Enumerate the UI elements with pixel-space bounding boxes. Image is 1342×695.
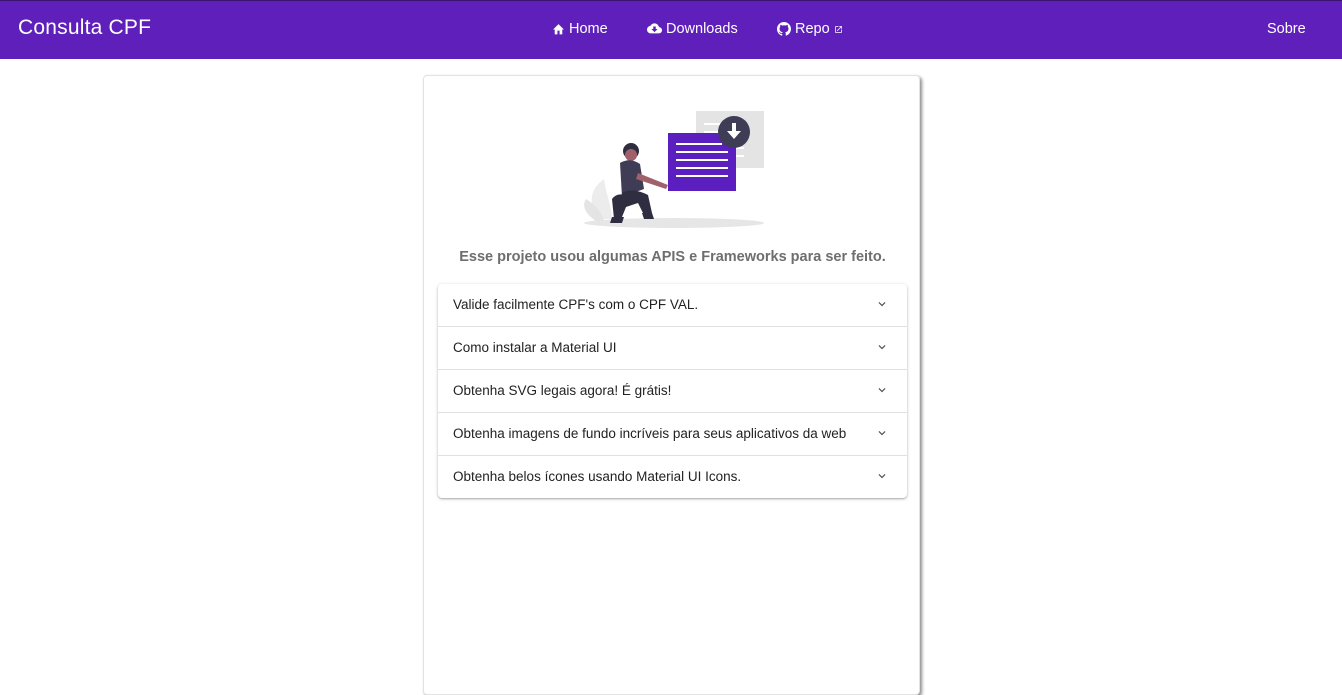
external-link-icon <box>834 25 842 33</box>
chevron-down-icon <box>878 431 886 436</box>
top-navbar: Consulta CPF Home Downloads Repo Sobre <box>0 0 1342 59</box>
home-icon <box>553 24 564 35</box>
brand-title[interactable]: Consulta CPF <box>18 16 151 40</box>
accordion-item-icons[interactable]: Obtenha belos ícones usando Material UI … <box>438 455 907 498</box>
project-subtitle: Esse projeto usou algumas APIS e Framewo… <box>459 249 886 265</box>
chevron-down-icon <box>878 345 886 350</box>
nav-about-link[interactable]: Sobre <box>1267 21 1306 37</box>
chevron-down-icon <box>878 388 886 393</box>
accordion-item-label: Valide facilmente CPF's com o CPF VAL. <box>453 297 699 312</box>
accordion-item-backgrounds[interactable]: Obtenha imagens de fundo incríveis para … <box>438 412 907 455</box>
nav-home-link[interactable]: Home <box>552 21 608 37</box>
accordion-item-label: Obtenha SVG legais agora! É grátis! <box>453 383 672 398</box>
nav-home-label: Home <box>569 21 608 37</box>
accordion-item-label: Obtenha belos ícones usando Material UI … <box>453 469 742 484</box>
github-icon <box>777 22 791 36</box>
nav-downloads-link[interactable]: Downloads <box>647 21 738 37</box>
chevron-down-icon <box>878 474 886 479</box>
accordion-item-material-ui[interactable]: Como instalar a Material UI <box>438 326 907 369</box>
person-with-download-document-illustration <box>584 111 764 228</box>
accordion-item-label: Obtenha imagens de fundo incríveis para … <box>453 426 847 441</box>
nav-downloads-label: Downloads <box>666 21 738 37</box>
accordion-item-svg[interactable]: Obtenha SVG legais agora! É grátis! <box>438 369 907 412</box>
nav-repo-label: Repo <box>795 21 830 37</box>
main-card: Esse projeto usou algumas APIS e Framewo… <box>423 75 920 695</box>
accordion-item-label: Como instalar a Material UI <box>453 340 617 355</box>
nav-repo-link[interactable]: Repo <box>777 21 843 37</box>
cloud-download-icon <box>647 23 662 34</box>
accordion-item-cpf-val[interactable]: Valide facilmente CPF's com o CPF VAL. <box>438 284 907 326</box>
info-accordion: Valide facilmente CPF's com o CPF VAL. C… <box>438 284 907 498</box>
chevron-down-icon <box>878 302 886 307</box>
